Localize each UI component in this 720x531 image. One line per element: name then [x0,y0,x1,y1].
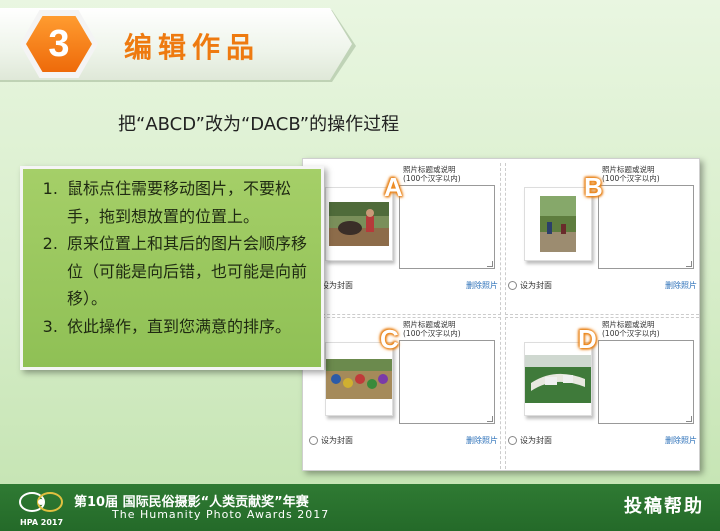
help-link[interactable]: 投稿帮助 [624,492,704,518]
instruction-item: 鼠标点住需要移动图片，不要松手，拖到想放置的位置上。 [63,175,309,230]
position-letter-d: D [578,324,597,354]
photo-image [540,196,576,252]
caption-textarea[interactable] [598,185,694,269]
delete-photo-link[interactable]: 删除照片 [466,435,498,446]
radio-icon[interactable] [508,436,517,445]
caption-textarea[interactable] [598,340,694,424]
cover-label: 设为封面 [321,436,353,445]
resize-grip-icon[interactable] [487,416,493,422]
footer-subtitle: The Humanity Photo Awards 2017 [112,508,330,521]
delete-photo-link[interactable]: 删除照片 [466,280,498,291]
cover-option[interactable]: 设为封面 [309,435,353,446]
instruction-list: 鼠标点住需要移动图片，不要松手，拖到想放置的位置上。 原来位置上和其后的图片会顺… [23,169,321,340]
instruction-box: 鼠标点住需要移动图片，不要松手，拖到想放置的位置上。 原来位置上和其后的图片会顺… [20,166,324,370]
resize-grip-icon[interactable] [487,261,493,267]
instruction-item: 原来位置上和其后的图片会顺序移位（可能是向后错，也可能是向前移）。 [63,230,309,313]
position-letter-b: B [584,172,603,202]
instruction-item: 依此操作，直到您满意的排序。 [63,313,309,341]
caption-textarea[interactable] [399,185,495,269]
page-subtitle: 把“ABCD”改为“DACB”的操作过程 [118,114,400,135]
caption-hint: (100个汉字以内) [403,174,461,183]
photo-cell-d[interactable]: 照片标题或说明 (100个汉字以内) 设为封面 删除照片 [505,317,699,469]
hpa-logo-icon [19,492,63,512]
resize-grip-icon[interactable] [686,416,692,422]
caption-label: 照片标题或说明 [403,165,456,174]
resize-grip-icon[interactable] [686,261,692,267]
caption-hint: (100个汉字以内) [602,329,660,338]
cover-option[interactable]: 设为封面 [508,435,552,446]
caption-hint: (100个汉字以内) [403,329,461,338]
photo-thumbnail[interactable] [325,187,393,261]
cover-label: 设为封面 [520,436,552,445]
delete-photo-link[interactable]: 删除照片 [665,435,697,446]
radio-icon[interactable] [309,436,318,445]
caption-label: 照片标题或说明 [602,320,655,329]
position-letter-c: C [380,324,399,354]
step-badge: 3 [20,10,98,78]
photo-cell-c[interactable]: 照片标题或说明 (100个汉字以内) 设为封面 删除照片 [307,317,501,469]
logo-text: HPA 2017 [20,518,64,527]
radio-icon[interactable] [508,281,517,290]
cover-label: 设为封面 [520,281,552,290]
caption-label: 照片标题或说明 [403,320,456,329]
caption-hint: (100个汉字以内) [602,174,660,183]
photo-image [329,202,389,246]
cover-option[interactable]: 设为封面 [508,280,552,291]
caption-label: 照片标题或说明 [602,165,655,174]
position-letter-a: A [384,172,403,202]
photo-cell-a[interactable]: 照片标题或说明 (100个汉字以内) 设为封面 删除照片 [307,163,501,315]
photo-thumbnail[interactable] [524,187,592,261]
delete-photo-link[interactable]: 删除照片 [665,280,697,291]
cover-label: 设为封面 [321,281,353,290]
photo-editor-panel: 照片标题或说明 (100个汉字以内) 设为封面 删除照片 照片标题或说明 (10… [302,158,700,471]
caption-textarea[interactable] [399,340,495,424]
section-title: 编辑作品 [124,31,261,64]
